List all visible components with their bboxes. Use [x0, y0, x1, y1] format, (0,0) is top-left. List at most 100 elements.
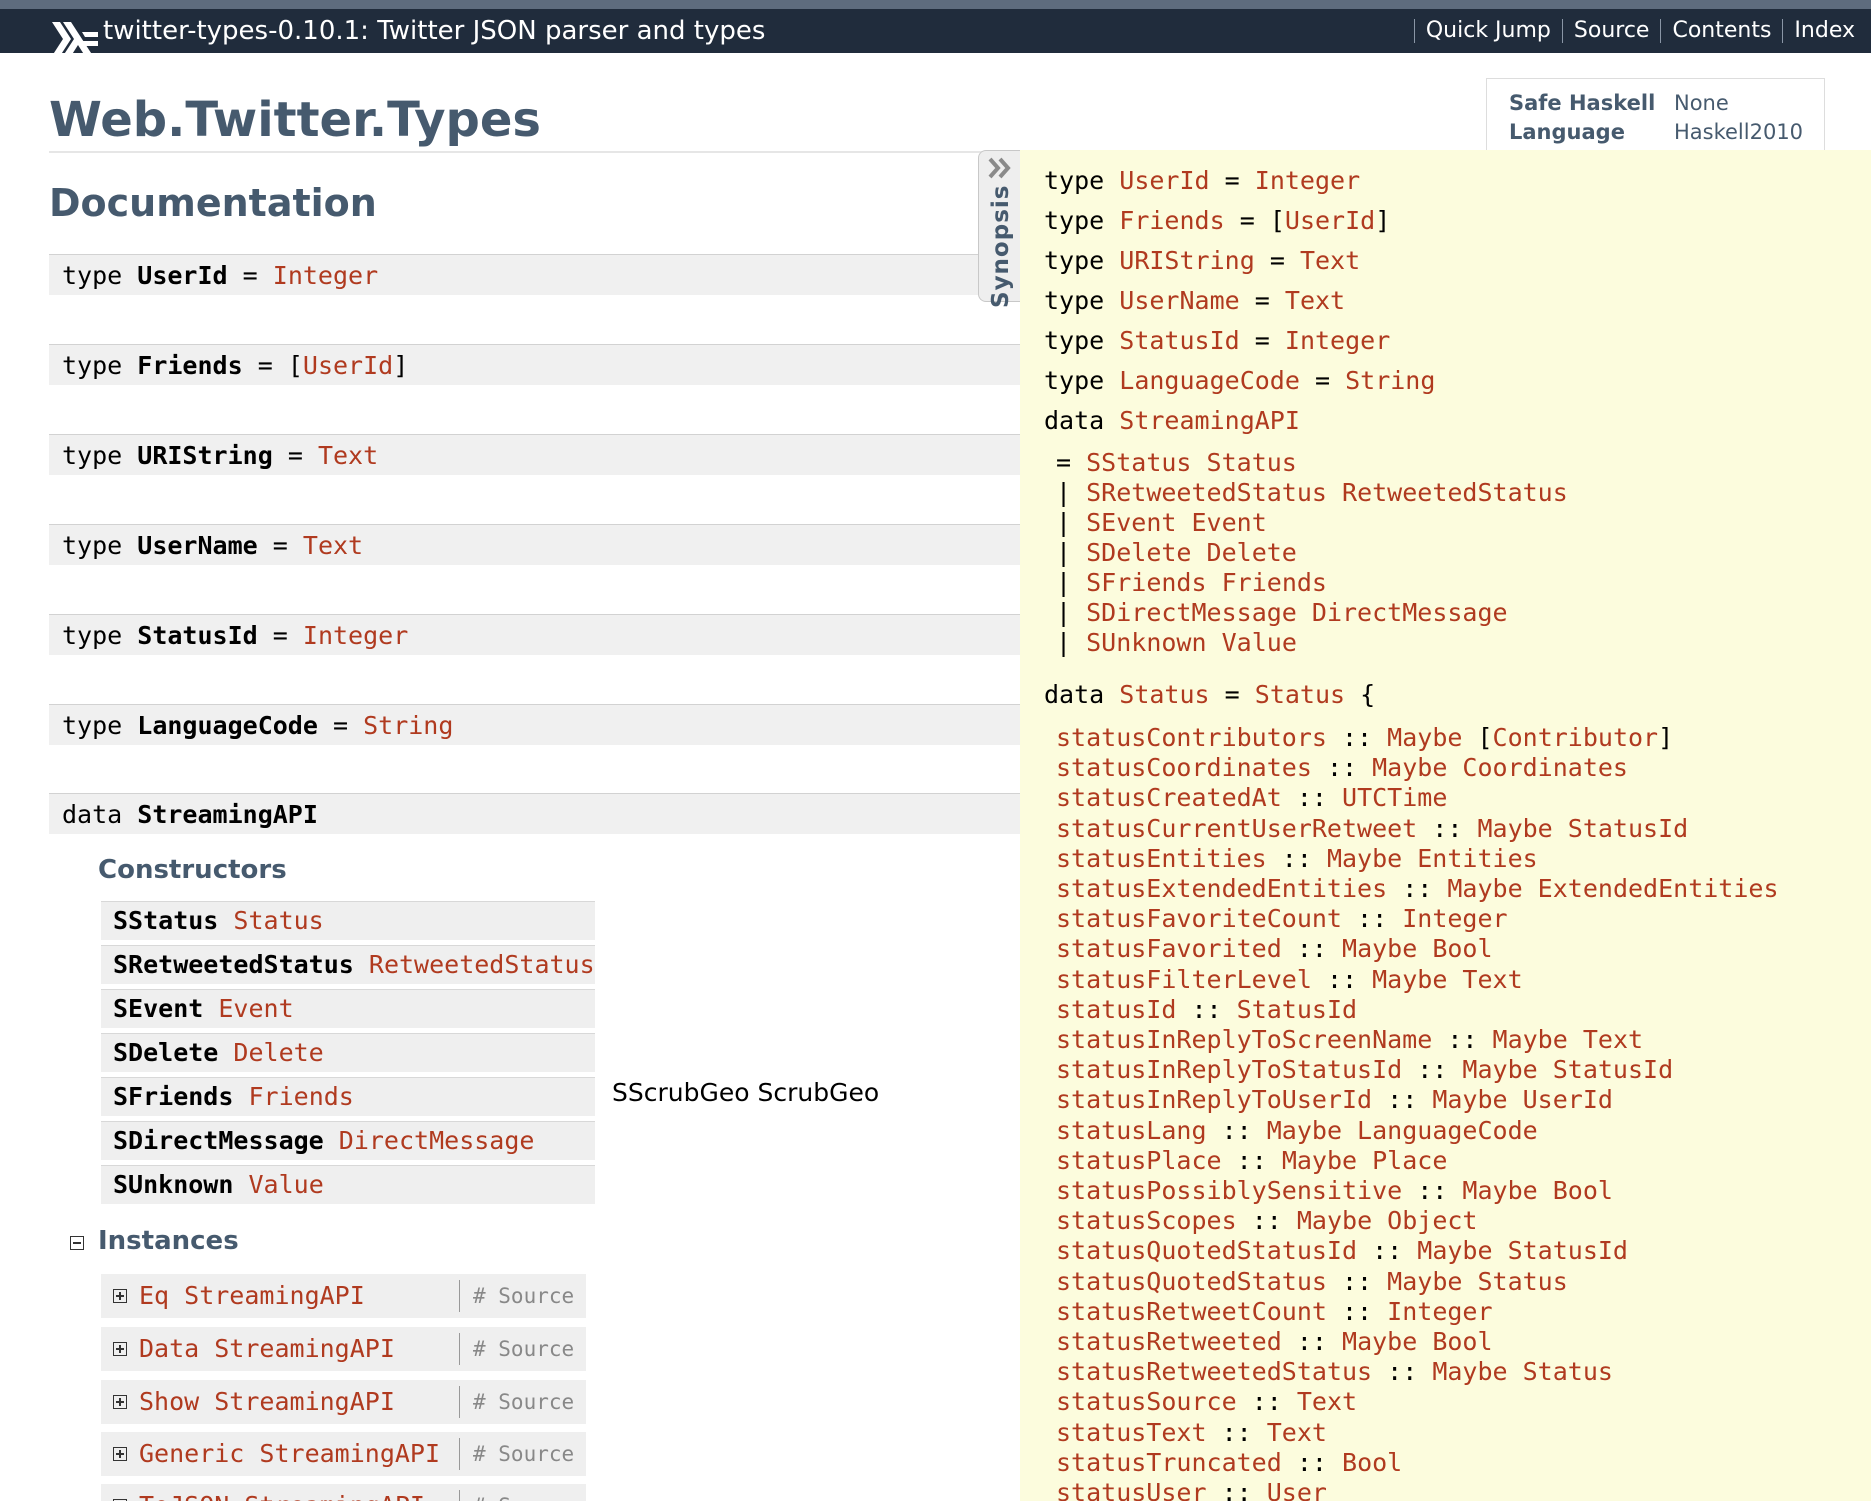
source-link[interactable]: # Source — [473, 1380, 574, 1424]
syn-field-type-link[interactable]: Maybe Bool — [1462, 1176, 1613, 1205]
syn-ctor-name[interactable]: SStatus — [1086, 448, 1191, 477]
decl-type-link[interactable]: UserId — [303, 351, 393, 380]
constructor-arg-link[interactable]: Value — [248, 1170, 323, 1199]
decl-type-link[interactable]: Text — [318, 441, 378, 470]
syn-field-name[interactable]: statusQuotedStatusId — [1056, 1236, 1357, 1265]
syn-field-type-link[interactable]: Integer — [1387, 1297, 1492, 1326]
collapse-icon[interactable] — [70, 1236, 84, 1250]
decl-type-link[interactable]: Integer — [273, 261, 378, 290]
syn-ctor-arg[interactable]: Value — [1222, 628, 1297, 657]
syn-field-name[interactable]: statusFavoriteCount — [1056, 904, 1342, 933]
syn-field-name[interactable]: statusLang — [1056, 1116, 1207, 1145]
syn-field-type-link[interactable]: Maybe StatusId — [1462, 1055, 1673, 1084]
haskell-logo-icon[interactable] — [52, 22, 98, 56]
syn-field-name[interactable]: statusRetweetCount — [1056, 1297, 1327, 1326]
constructor-arg-link[interactable]: Event — [218, 994, 293, 1023]
syn-type-link[interactable]: UserId — [1285, 206, 1375, 235]
syn-name-link[interactable]: LanguageCode — [1119, 366, 1300, 395]
syn-type-link[interactable]: Integer — [1285, 326, 1390, 355]
syn-field-name[interactable]: statusText — [1056, 1418, 1207, 1447]
synopsis-toggle-tab[interactable]: Synopsis — [978, 150, 1020, 308]
syn-ctor-arg[interactable]: Friends — [1222, 568, 1327, 597]
nav-quick-jump[interactable]: Quick Jump — [1413, 19, 1562, 43]
syn-field-type-link[interactable]: Maybe Place — [1282, 1146, 1448, 1175]
syn-name-link[interactable]: Friends — [1119, 206, 1224, 235]
syn-field-name[interactable]: statusInReplyToUserId — [1056, 1085, 1372, 1114]
decl-type-link[interactable]: Text — [303, 531, 363, 560]
source-link[interactable]: # Source — [473, 1327, 574, 1371]
syn-ctor-arg[interactable]: Event — [1192, 508, 1267, 537]
instance-link[interactable]: Show StreamingAPI — [139, 1380, 395, 1424]
package-title[interactable]: twitter-types-0.10.1: Twitter JSON parse… — [103, 9, 765, 53]
syn-ctor-name[interactable]: SFriends — [1086, 568, 1206, 597]
syn-ctor-arg[interactable]: Delete — [1207, 538, 1297, 567]
syn-field-name[interactable]: statusCoordinates — [1056, 753, 1312, 782]
constructor-arg-link[interactable]: Status — [233, 906, 323, 935]
syn-field-type-link[interactable]: Maybe Object — [1297, 1206, 1478, 1235]
syn-ctor-link[interactable]: Status — [1255, 680, 1345, 709]
syn-field-type-link[interactable]: User — [1267, 1478, 1327, 1501]
constructor-arg-link[interactable]: DirectMessage — [339, 1126, 535, 1155]
syn-type-link[interactable]: Text — [1300, 246, 1360, 275]
instance-link[interactable]: ToJSON StreamingAPI — [139, 1484, 425, 1501]
decl-name[interactable]: UserId — [137, 261, 227, 290]
decl-name[interactable]: LanguageCode — [137, 711, 318, 740]
syn-field-type-link[interactable]: Maybe Coordinates — [1372, 753, 1628, 782]
syn-field-type-link[interactable]: Maybe StatusId — [1417, 1236, 1628, 1265]
nav-contents[interactable]: Contents — [1660, 19, 1782, 43]
constructor-name[interactable]: SEvent — [113, 994, 203, 1023]
syn-field-type-link[interactable]: Maybe Status — [1432, 1357, 1613, 1386]
source-link[interactable]: # Source — [473, 1432, 574, 1476]
constructor-name[interactable]: SUnknown — [113, 1170, 233, 1199]
nav-index[interactable]: Index — [1782, 19, 1871, 43]
syn-ctor-name[interactable]: SUnknown — [1086, 628, 1206, 657]
constructor-arg-link[interactable]: Delete — [233, 1038, 323, 1067]
syn-type-link[interactable]: Integer — [1255, 166, 1360, 195]
syn-ctor-name[interactable]: SDelete — [1086, 538, 1191, 567]
decl-name[interactable]: URIString — [137, 441, 272, 470]
syn-ctor-name[interactable]: SDirectMessage — [1086, 598, 1297, 627]
syn-ctor-arg[interactable]: RetweetedStatus — [1342, 478, 1568, 507]
syn-name-link[interactable]: Status — [1119, 680, 1209, 709]
constructor-name[interactable]: SDirectMessage — [113, 1126, 324, 1155]
expand-icon[interactable] — [113, 1342, 127, 1356]
syn-field-type-link[interactable]: Bool — [1342, 1448, 1402, 1477]
syn-field-name[interactable]: statusId — [1056, 995, 1176, 1024]
decl-type-link[interactable]: Integer — [303, 621, 408, 650]
syn-field-type-prefix[interactable]: Maybe — [1387, 723, 1477, 752]
syn-field-type-link[interactable]: Maybe Entities — [1327, 844, 1538, 873]
syn-field-type-link[interactable]: Maybe LanguageCode — [1267, 1116, 1538, 1145]
syn-type-link[interactable]: Text — [1285, 286, 1345, 315]
syn-field-name[interactable]: statusInReplyToStatusId — [1056, 1055, 1402, 1084]
constructor-name[interactable]: SStatus — [113, 906, 218, 935]
constructor-name[interactable]: SRetweetedStatus — [113, 950, 354, 979]
syn-ctor-name[interactable]: SEvent — [1086, 508, 1176, 537]
syn-field-name[interactable]: statusRetweetedStatus — [1056, 1357, 1372, 1386]
syn-field-name[interactable]: statusRetweeted — [1056, 1327, 1282, 1356]
syn-field-type-link[interactable]: Integer — [1402, 904, 1507, 933]
syn-name-link[interactable]: UserName — [1119, 286, 1239, 315]
syn-name-link[interactable]: URIString — [1119, 246, 1254, 275]
syn-field-type-link[interactable]: Maybe StatusId — [1477, 814, 1688, 843]
syn-field-type-link[interactable]: StatusId — [1237, 995, 1357, 1024]
syn-field-name[interactable]: statusEntities — [1056, 844, 1267, 873]
syn-field-name[interactable]: statusPossiblySensitive — [1056, 1176, 1402, 1205]
syn-name-link[interactable]: StreamingAPI — [1119, 406, 1300, 435]
syn-name-link[interactable]: UserId — [1119, 166, 1209, 195]
source-link[interactable]: # Source — [473, 1274, 574, 1318]
source-link[interactable]: # Source — [473, 1484, 574, 1501]
expand-icon[interactable] — [113, 1395, 127, 1409]
decl-type-link[interactable]: String — [363, 711, 453, 740]
syn-ctor-arg[interactable]: DirectMessage — [1312, 598, 1508, 627]
syn-field-type-link[interactable]: Maybe ExtendedEntities — [1447, 874, 1778, 903]
syn-field-name[interactable]: statusFavorited — [1056, 934, 1282, 963]
constructor-name[interactable]: SDelete — [113, 1038, 218, 1067]
constructor-arg-link[interactable]: RetweetedStatus — [369, 950, 595, 979]
expand-icon[interactable] — [113, 1289, 127, 1303]
syn-field-name[interactable]: statusExtendedEntities — [1056, 874, 1387, 903]
nav-source[interactable]: Source — [1561, 19, 1661, 43]
syn-name-link[interactable]: StatusId — [1119, 326, 1239, 355]
syn-field-name[interactable]: statusCurrentUserRetweet — [1056, 814, 1417, 843]
syn-field-name[interactable]: statusCreatedAt — [1056, 783, 1282, 812]
syn-field-type-link[interactable]: Maybe Status — [1387, 1267, 1568, 1296]
